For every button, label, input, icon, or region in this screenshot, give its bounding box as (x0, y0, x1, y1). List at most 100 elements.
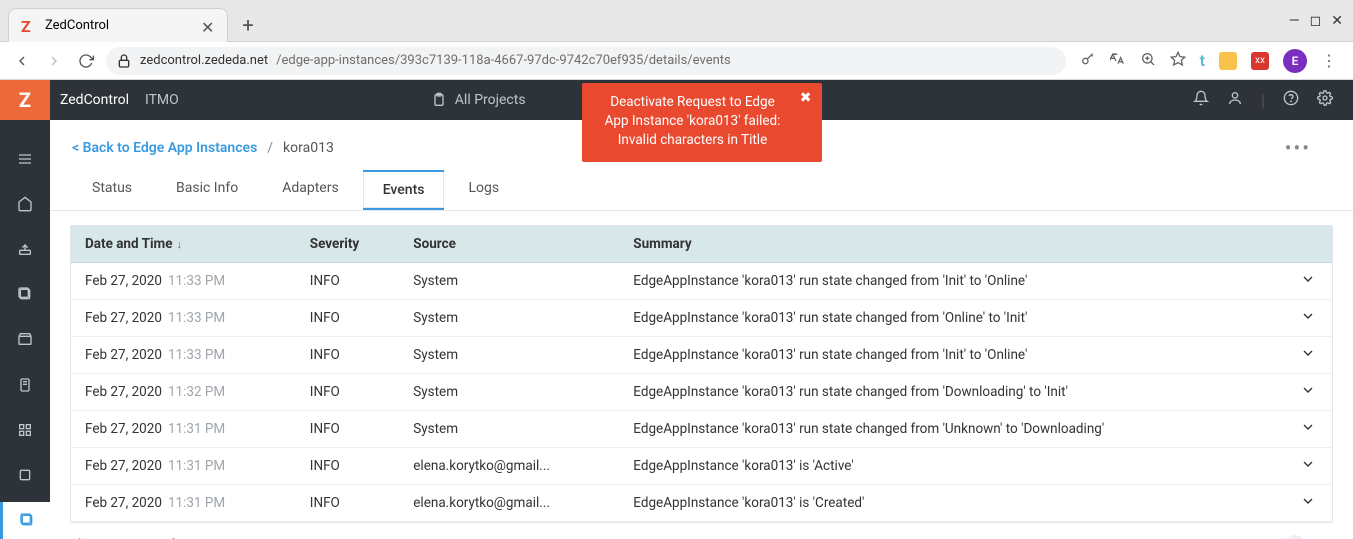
key-icon[interactable] (1080, 51, 1096, 71)
extension-t-icon[interactable]: t (1200, 51, 1205, 70)
rail-network-icon[interactable] (0, 411, 50, 448)
cell-date-time: Feb 27, 202011:33 PM (71, 300, 296, 337)
side-rail (0, 80, 50, 539)
new-tab-button[interactable]: + (234, 11, 262, 39)
cell-source: System (399, 337, 619, 374)
close-window-icon[interactable]: ✕ (1331, 13, 1343, 29)
cell-summary: EdgeAppInstance 'kora013' run state chan… (619, 263, 1286, 300)
extension-yellow-icon[interactable] (1219, 52, 1237, 70)
cell-date-time: Feb 27, 202011:33 PM (71, 263, 296, 300)
pager-next-icon[interactable]: › (1313, 535, 1333, 539)
bell-icon[interactable] (1193, 90, 1209, 110)
cell-summary: EdgeAppInstance 'kora013' run state chan… (619, 411, 1286, 448)
help-icon[interactable] (1283, 90, 1299, 110)
all-projects-link[interactable]: All Projects (415, 80, 542, 120)
expand-row-icon[interactable] (1286, 374, 1332, 411)
back-icon[interactable] (10, 49, 34, 73)
browser-toolbar: zedcontrol.zededa.net/edge-app-instances… (0, 42, 1353, 80)
maximize-icon[interactable]: ◻ (1310, 13, 1322, 29)
forward-icon[interactable] (42, 49, 66, 73)
close-icon[interactable]: ✖ (800, 89, 812, 109)
rail-app-instances-icon[interactable] (0, 276, 50, 313)
tab-adapters[interactable]: Adapters (262, 170, 358, 210)
address-bar[interactable]: zedcontrol.zededa.net/edge-app-instances… (106, 47, 1066, 75)
col-summary[interactable]: Summary (619, 226, 1286, 263)
breadcrumb-back-link[interactable]: < Back to Edge App Instances (72, 140, 257, 156)
tab-status[interactable]: Status (72, 170, 152, 210)
expand-row-icon[interactable] (1286, 448, 1332, 485)
table-row: Feb 27, 202011:31 PMINFOelena.korytko@gm… (71, 485, 1332, 522)
extension-red-icon[interactable]: xx (1251, 52, 1269, 70)
browser-titlebar: Z ZedControl ✕ + — ◻ ✕ (0, 0, 1353, 42)
cell-summary: EdgeAppInstance 'kora013' run state chan… (619, 374, 1286, 411)
cell-date-time: Feb 27, 202011:33 PM (71, 337, 296, 374)
minimize-icon[interactable]: — (1289, 13, 1300, 29)
cell-source: System (399, 263, 619, 300)
cell-severity: INFO (296, 337, 399, 374)
toolbar-right-icons: t xx E ⋮ (1074, 49, 1343, 73)
cell-severity: INFO (296, 485, 399, 522)
error-toast: Deactivate Request to Edge App Instance … (582, 83, 822, 162)
content-area: Deactivate Request to Edge App Instance … (50, 80, 1353, 539)
cell-summary: EdgeAppInstance 'kora013' is 'Created' (619, 485, 1286, 522)
breadcrumb-current: kora013 (283, 140, 334, 156)
brand-name: ZedControl (50, 92, 139, 108)
rail-menu-icon[interactable] (0, 140, 50, 177)
cell-severity: INFO (296, 374, 399, 411)
rail-data-icon[interactable] (0, 457, 50, 494)
events-table: Date and Time↓ Severity Source Summary F… (70, 225, 1333, 523)
cell-source: elena.korytko@gmail... (399, 448, 619, 485)
content-tabs: Status Basic Info Adapters Events Logs (50, 170, 1353, 211)
tab-logs[interactable]: Logs (448, 170, 519, 210)
expand-row-icon[interactable] (1286, 337, 1332, 374)
tab-basic-info[interactable]: Basic Info (156, 170, 258, 210)
pager-prev-icon[interactable]: ‹ (1257, 535, 1277, 539)
rail-events-icon[interactable] (0, 502, 50, 539)
cell-severity: INFO (296, 300, 399, 337)
translate-icon[interactable] (1110, 51, 1126, 71)
cell-summary: EdgeAppInstance 'kora013' run state chan… (619, 300, 1286, 337)
zoom-icon[interactable] (1140, 51, 1156, 71)
sort-down-icon: ↓ (177, 238, 183, 251)
cell-source: System (399, 300, 619, 337)
col-date-time[interactable]: Date and Time↓ (71, 226, 296, 263)
clipboard-icon (431, 92, 447, 108)
table-row: Feb 27, 202011:33 PMINFOSystemEdgeAppIns… (71, 300, 1332, 337)
close-tab-icon[interactable]: ✕ (201, 18, 215, 32)
col-severity[interactable]: Severity (296, 226, 399, 263)
pager-current-page[interactable]: 1 (1285, 535, 1305, 539)
table-footer: Showing 1 to 7 of 7 entries ‹ 1 › (50, 523, 1353, 539)
expand-row-icon[interactable] (1286, 485, 1332, 522)
profile-avatar[interactable]: E (1283, 49, 1307, 73)
rail-edge-nodes-icon[interactable] (0, 230, 50, 267)
table-row: Feb 27, 202011:33 PMINFOSystemEdgeAppIns… (71, 263, 1332, 300)
col-source[interactable]: Source (399, 226, 619, 263)
pager: ‹ 1 › (1257, 535, 1333, 539)
browser-tab[interactable]: Z ZedControl ✕ (8, 8, 228, 42)
favicon: Z (21, 17, 37, 33)
tab-events[interactable]: Events (363, 170, 445, 210)
rail-marketplace-icon[interactable] (0, 321, 50, 358)
expand-row-icon[interactable] (1286, 300, 1332, 337)
breadcrumb-separator: / (267, 140, 273, 156)
cell-source: elena.korytko@gmail... (399, 485, 619, 522)
more-actions-icon[interactable]: ••• (1285, 136, 1331, 160)
table-row: Feb 27, 202011:32 PMINFOSystemEdgeAppIns… (71, 374, 1332, 411)
cell-date-time: Feb 27, 202011:32 PM (71, 374, 296, 411)
expand-row-icon[interactable] (1286, 263, 1332, 300)
browser-menu-icon[interactable]: ⋮ (1321, 51, 1337, 70)
org-name: ITMO (139, 92, 185, 108)
expand-row-icon[interactable] (1286, 411, 1332, 448)
table-row: Feb 27, 202011:33 PMINFOSystemEdgeAppIns… (71, 337, 1332, 374)
rail-library-icon[interactable] (0, 366, 50, 403)
window-controls: — ◻ ✕ (1289, 13, 1353, 29)
reload-icon[interactable] (74, 49, 98, 73)
gear-icon[interactable] (1317, 90, 1333, 110)
rail-home-icon[interactable] (0, 185, 50, 222)
user-icon[interactable] (1227, 90, 1243, 110)
url-host: zedcontrol.zededa.net (140, 53, 268, 68)
cell-date-time: Feb 27, 202011:31 PM (71, 448, 296, 485)
star-icon[interactable] (1170, 51, 1186, 71)
brand-logo[interactable]: Z (0, 80, 50, 120)
cell-severity: INFO (296, 448, 399, 485)
